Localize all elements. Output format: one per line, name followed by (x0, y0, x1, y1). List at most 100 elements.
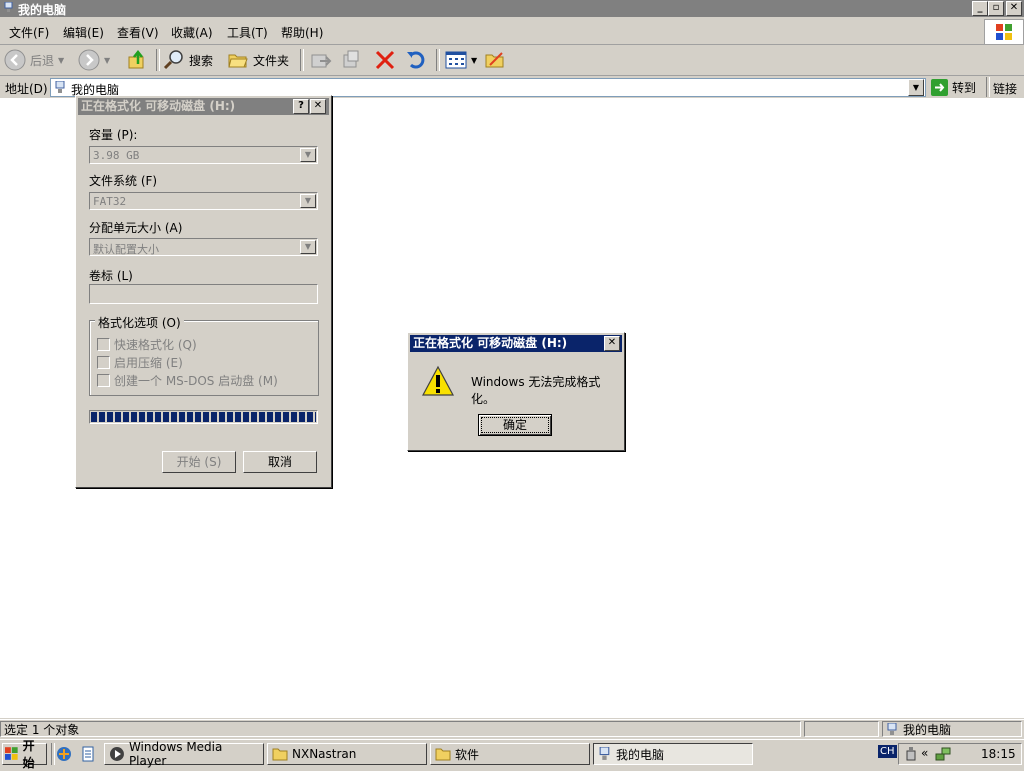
filesystem-select[interactable]: FAT32 ▼ (89, 192, 318, 210)
format-dialog-close-button[interactable]: ✕ (310, 99, 326, 114)
status-location: 我的电脑 (882, 721, 1022, 737)
clock[interactable]: 18:15 (981, 747, 1016, 761)
language-indicator[interactable]: CH (875, 743, 899, 765)
error-dialog-title-bar[interactable]: 正在格式化 可移动磁盘 (H:) (410, 335, 622, 352)
taskbar: 开始 Windows Media Player NXNastran 软件 我的电… (0, 739, 1024, 770)
windows-logo (984, 19, 1024, 45)
task-nxnastran[interactable]: NXNastran (267, 743, 427, 765)
undo-button[interactable] (405, 48, 427, 72)
window-title: 我的电脑 (18, 3, 67, 17)
menu-help[interactable]: 帮助(H) (281, 24, 323, 41)
my-computer-icon (55, 81, 65, 93)
menu-favorites[interactable]: 收藏(A) (171, 24, 213, 41)
error-message: Windows 无法完成格式化。 (471, 375, 601, 406)
task-media-player[interactable]: Windows Media Player (104, 740, 264, 768)
links-button[interactable]: 链接 (993, 80, 1017, 97)
folders-button[interactable]: 文件夹 (227, 48, 289, 72)
up-folder-icon (128, 49, 144, 69)
capacity-label: 容量 (P): (89, 128, 138, 142)
folder-icon (272, 748, 288, 761)
format-dialog-title-bar[interactable]: 正在格式化 可移动磁盘 (H:) (78, 98, 329, 115)
format-options-label: 格式化选项 (O) (95, 314, 184, 331)
capacity-select[interactable]: 3.98 GB ▼ (89, 146, 318, 164)
volume-label: 卷标 (L) (89, 269, 133, 283)
start-menu-button[interactable]: 开始 (2, 739, 47, 770)
task-my-computer[interactable]: 我的电脑 (593, 743, 753, 765)
ok-button[interactable]: 确定 (478, 414, 552, 436)
menu-file[interactable]: 文件(F) (9, 24, 49, 41)
menu-tools[interactable]: 工具(T) (227, 24, 268, 41)
task-software[interactable]: 软件 (430, 743, 590, 765)
search-button[interactable]: 搜索 (163, 48, 213, 72)
filesystem-dropdown-icon[interactable]: ▼ (300, 194, 316, 208)
copy-to-button[interactable] (340, 48, 362, 72)
start-button[interactable]: 开始 (S) (162, 451, 236, 473)
go-label: 转到 (952, 80, 977, 95)
menu-view[interactable]: 查看(V) (117, 24, 159, 41)
move-to-button[interactable] (310, 48, 332, 72)
network-icon[interactable] (935, 746, 951, 762)
error-dialog-close-button[interactable]: ✕ (604, 336, 620, 351)
task-label: Windows Media Player (128, 740, 223, 768)
close-button[interactable]: ✕ (1006, 1, 1022, 16)
cancel-button[interactable]: 取消 (243, 451, 317, 473)
back-label: 后退 (30, 53, 55, 68)
capacity-dropdown-icon[interactable]: ▼ (300, 148, 316, 162)
start-label: 开始 (22, 739, 35, 770)
quick-format-checkbox[interactable] (97, 338, 110, 351)
search-icon (163, 50, 183, 70)
folders-label: 文件夹 (253, 53, 290, 68)
warning-icon (422, 365, 454, 396)
folder-options-icon (485, 52, 504, 68)
folder-icon (435, 748, 451, 761)
delete-button[interactable] (374, 48, 396, 72)
delete-x-icon (375, 50, 395, 70)
back-button[interactable]: 后退 ▼ (4, 48, 64, 72)
msdos-boot-label: 创建一个 MS-DOS 启动盘 (M) (114, 374, 278, 388)
views-dropdown-icon[interactable]: ▼ (471, 56, 477, 65)
allocation-select[interactable]: 默认配置大小 ▼ (89, 238, 318, 256)
windows-flag-icon (996, 24, 1012, 40)
media-player-icon (109, 747, 124, 761)
up-folder-button[interactable] (126, 48, 148, 72)
forward-arrow-icon (78, 49, 100, 71)
task-label: NXNastran (292, 747, 357, 761)
address-label: 地址(D) (5, 82, 48, 96)
menu-bar: 文件(F) 编辑(E) 查看(V) 收藏(A) 工具(T) 帮助(H) (0, 18, 1024, 45)
volume-input[interactable] (89, 284, 318, 304)
maximize-button[interactable]: ▫ (988, 1, 1004, 16)
status-empty-panel (804, 721, 879, 737)
toolbar: 后退 ▼ ▼ 搜索 文件夹 ▼ (0, 45, 1024, 76)
menu-edit[interactable]: 编辑(E) (63, 24, 104, 41)
search-label: 搜索 (189, 53, 214, 68)
forward-button[interactable]: ▼ (78, 48, 110, 72)
allocation-dropdown-icon[interactable]: ▼ (300, 240, 316, 254)
format-progress-fill (91, 412, 316, 422)
folder-icon (228, 54, 248, 68)
quicklaunch-document-icon[interactable] (80, 746, 96, 762)
tray-expand-chevron[interactable]: « (921, 746, 928, 760)
language-label: CH (878, 745, 897, 758)
go-arrow-icon (931, 78, 948, 96)
forward-dropdown-icon[interactable]: ▼ (104, 56, 110, 65)
views-icon (445, 51, 467, 69)
status-selection: 选定 1 个对象 (0, 721, 801, 737)
msdos-boot-checkbox[interactable] (97, 374, 110, 387)
folder-options-button[interactable] (484, 48, 506, 72)
go-button[interactable]: 转到 (931, 77, 976, 97)
allocation-label: 分配单元大小 (A) (89, 221, 183, 235)
compression-checkbox[interactable] (97, 356, 110, 369)
minimize-button[interactable]: _ (972, 1, 988, 16)
address-dropdown-icon[interactable]: ▼ (908, 79, 924, 96)
my-computer-icon (599, 747, 610, 760)
quicklaunch-app-icon[interactable] (56, 746, 72, 762)
allocation-value: 默认配置大小 (93, 243, 159, 256)
usb-device-icon[interactable] (905, 747, 917, 761)
window-title-bar[interactable]: 我的电脑 _ ▫ ✕ (0, 0, 1024, 17)
back-dropdown-icon[interactable]: ▼ (58, 56, 64, 65)
move-to-icon (311, 54, 332, 68)
capacity-value: 3.98 GB (93, 149, 140, 162)
views-button[interactable]: ▼ (445, 48, 477, 72)
copy-to-icon (343, 50, 359, 68)
help-button[interactable]: ? (293, 99, 309, 114)
